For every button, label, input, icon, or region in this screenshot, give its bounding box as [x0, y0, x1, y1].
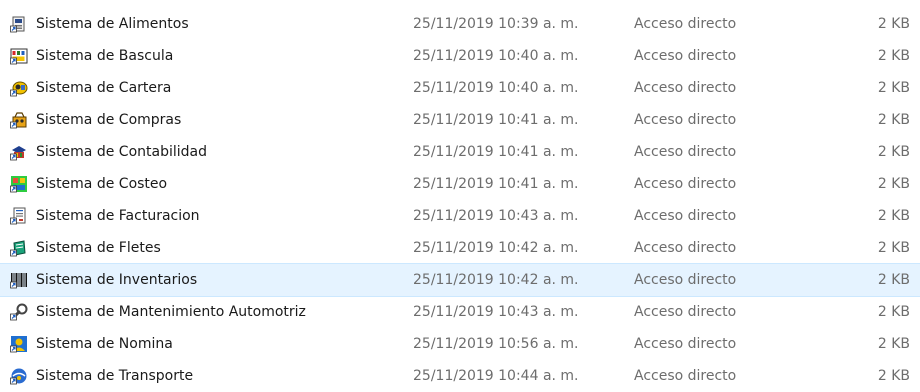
- file-size: 2 KB: [877, 368, 910, 384]
- file-name: Sistema de Nomina: [36, 336, 173, 352]
- file-row-contabilidad[interactable]: Sistema de Contabilidad 25/11/2019 10:41…: [0, 136, 920, 168]
- file-type: Acceso directo: [634, 48, 737, 64]
- file-date: 25/11/2019 10:56 a. m.: [413, 336, 579, 352]
- file-type: Acceso directo: [634, 240, 737, 256]
- file-size: 2 KB: [877, 112, 910, 128]
- alimentos-icon: [10, 8, 30, 40]
- contabilidad-icon: [10, 136, 30, 168]
- file-list: Sistema de Alimentos 25/11/2019 10:39 a.…: [0, 8, 920, 392]
- file-type: Acceso directo: [634, 336, 737, 352]
- file-type: Acceso directo: [634, 208, 737, 224]
- file-name: Sistema de Alimentos: [36, 16, 189, 32]
- file-size: 2 KB: [877, 48, 910, 64]
- file-date: 25/11/2019 10:42 a. m.: [413, 272, 579, 288]
- file-date: 25/11/2019 10:41 a. m.: [413, 144, 579, 160]
- file-row-fletes[interactable]: Sistema de Fletes 25/11/2019 10:42 a. m.…: [0, 232, 920, 264]
- file-size: 2 KB: [877, 16, 910, 32]
- file-date: 25/11/2019 10:43 a. m.: [413, 304, 579, 320]
- file-name: Sistema de Transporte: [36, 368, 194, 384]
- file-type: Acceso directo: [634, 176, 737, 192]
- cartera-icon: [10, 72, 30, 104]
- file-name: Sistema de Fletes: [36, 240, 161, 256]
- file-type: Acceso directo: [634, 144, 737, 160]
- costeo-icon: [10, 168, 30, 200]
- file-size: 2 KB: [877, 208, 910, 224]
- file-name: Sistema de Mantenimiento Automotriz: [36, 304, 306, 320]
- file-type: Acceso directo: [634, 80, 737, 96]
- file-date: 25/11/2019 10:40 a. m.: [413, 80, 579, 96]
- file-size: 2 KB: [877, 304, 910, 320]
- file-row-alimentos[interactable]: Sistema de Alimentos 25/11/2019 10:39 a.…: [0, 8, 920, 40]
- file-row-transporte[interactable]: Sistema de Transporte 25/11/2019 10:44 a…: [0, 360, 920, 392]
- file-date: 25/11/2019 10:44 a. m.: [413, 368, 579, 384]
- file-type: Acceso directo: [634, 272, 737, 288]
- file-date: 25/11/2019 10:41 a. m.: [413, 176, 579, 192]
- file-row-inventarios[interactable]: Sistema de Inventarios 25/11/2019 10:42 …: [0, 263, 920, 297]
- compras-icon: [10, 104, 30, 136]
- file-date: 25/11/2019 10:40 a. m.: [413, 48, 579, 64]
- file-size: 2 KB: [877, 272, 910, 288]
- file-name: Sistema de Inventarios: [36, 272, 198, 288]
- file-row-costeo[interactable]: Sistema de Costeo 25/11/2019 10:41 a. m.…: [0, 168, 920, 200]
- file-row-mantenimiento[interactable]: Sistema de Mantenimiento Automotriz 25/1…: [0, 296, 920, 328]
- file-type: Acceso directo: [634, 304, 737, 320]
- file-date: 25/11/2019 10:41 a. m.: [413, 112, 579, 128]
- wrench-icon: [10, 296, 30, 328]
- file-date: 25/11/2019 10:42 a. m.: [413, 240, 579, 256]
- file-size: 2 KB: [877, 240, 910, 256]
- file-row-facturacion[interactable]: Sistema de Facturacion 25/11/2019 10:43 …: [0, 200, 920, 232]
- fletes-icon: [10, 232, 30, 264]
- file-size: 2 KB: [877, 144, 910, 160]
- file-name: Sistema de Cartera: [36, 80, 172, 96]
- file-type: Acceso directo: [634, 112, 737, 128]
- file-name: Sistema de Compras: [36, 112, 182, 128]
- nomina-icon: [10, 328, 30, 360]
- file-name: Sistema de Contabilidad: [36, 144, 207, 160]
- file-size: 2 KB: [877, 176, 910, 192]
- file-name: Sistema de Facturacion: [36, 208, 200, 224]
- file-size: 2 KB: [877, 80, 910, 96]
- file-row-cartera[interactable]: Sistema de Cartera 25/11/2019 10:40 a. m…: [0, 72, 920, 104]
- barcode-icon: [10, 264, 30, 296]
- file-date: 25/11/2019 10:43 a. m.: [413, 208, 579, 224]
- file-row-compras[interactable]: Sistema de Compras 25/11/2019 10:41 a. m…: [0, 104, 920, 136]
- transporte-icon: [10, 360, 30, 392]
- file-row-nomina[interactable]: Sistema de Nomina 25/11/2019 10:56 a. m.…: [0, 328, 920, 360]
- file-date: 25/11/2019 10:39 a. m.: [413, 16, 579, 32]
- file-type: Acceso directo: [634, 368, 737, 384]
- bascula-icon: [10, 40, 30, 72]
- file-row-bascula[interactable]: Sistema de Bascula 25/11/2019 10:40 a. m…: [0, 40, 920, 72]
- file-size: 2 KB: [877, 336, 910, 352]
- file-type: Acceso directo: [634, 16, 737, 32]
- facturacion-icon: [10, 200, 30, 232]
- file-name: Sistema de Costeo: [36, 176, 168, 192]
- file-name: Sistema de Bascula: [36, 48, 174, 64]
